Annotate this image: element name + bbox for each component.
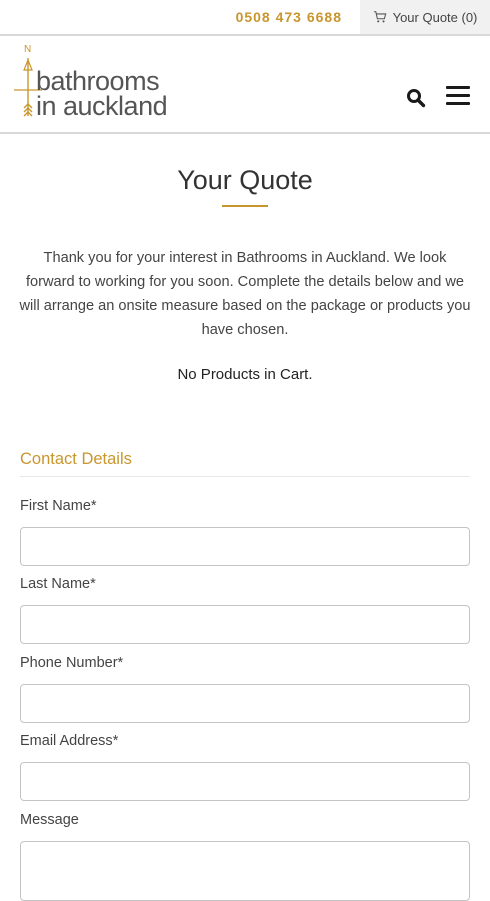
page-title: Your Quote xyxy=(177,165,313,195)
phone-link[interactable]: 0508 473 6688 xyxy=(236,9,342,25)
hamburger-menu-icon[interactable] xyxy=(446,86,470,106)
title-divider xyxy=(222,205,268,207)
message-label: Message xyxy=(20,812,79,828)
first-name-input[interactable] xyxy=(20,527,470,566)
search-icon[interactable] xyxy=(406,88,426,108)
your-quote-label: Your Quote (0) xyxy=(392,9,478,25)
contact-details-heading: Contact Details xyxy=(20,450,132,468)
site-logo[interactable]: N bathrooms in auckland xyxy=(12,44,182,124)
message-textarea[interactable] xyxy=(20,841,470,901)
logo-text-line2: in auckland xyxy=(36,91,168,121)
phone-number-input[interactable] xyxy=(20,684,470,723)
email-address-input[interactable] xyxy=(20,762,470,801)
cart-icon xyxy=(373,11,386,23)
top-bar: 0508 473 6688 Your Quote (0) xyxy=(0,0,490,36)
last-name-input[interactable] xyxy=(20,605,470,644)
section-divider xyxy=(20,476,470,477)
first-name-label: First Name* xyxy=(20,498,97,514)
last-name-label: Last Name* xyxy=(20,576,96,592)
empty-cart-message: No Products in Cart. xyxy=(177,366,313,383)
phone-number-label: Phone Number* xyxy=(20,655,124,671)
intro-text: Thank you for your interest in Bathrooms… xyxy=(19,250,471,338)
your-quote-link[interactable]: Your Quote (0) xyxy=(360,0,490,34)
logo-north-letter: N xyxy=(24,44,32,55)
site-header: N bathrooms in auckland xyxy=(0,36,490,134)
email-address-label: Email Address* xyxy=(20,733,119,749)
